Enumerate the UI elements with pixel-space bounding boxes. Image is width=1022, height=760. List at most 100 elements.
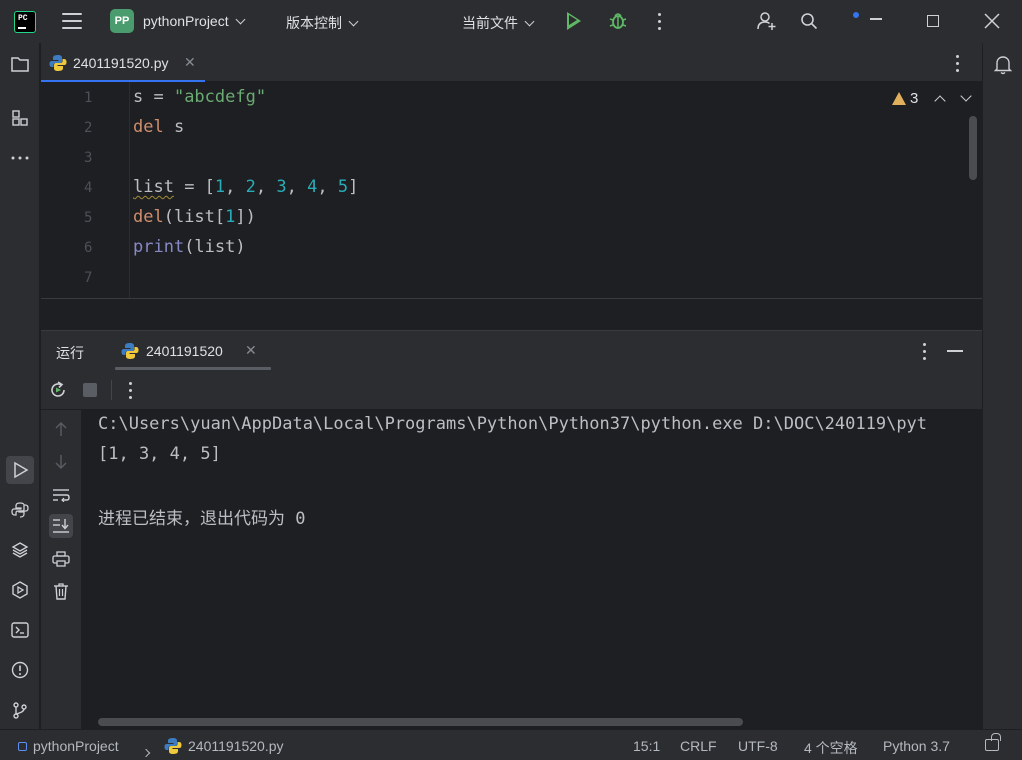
breadcrumb-separator-icon — [141, 743, 151, 759]
project-badge[interactable]: PP — [110, 9, 134, 33]
previous-highlight-icon[interactable] — [934, 95, 946, 107]
indent-setting[interactable]: 4 个空格 — [804, 738, 858, 758]
panel-splitter[interactable] — [41, 300, 982, 330]
code-line: s = "abcdefg" — [133, 87, 267, 107]
search-icon[interactable] — [800, 12, 818, 30]
python-file-icon — [164, 738, 182, 754]
breadcrumb-project[interactable]: pythonProject — [33, 738, 119, 754]
status-bar: pythonProject 2401191520.py 15:1 CRLF UT… — [0, 729, 1022, 760]
logo-text: PC — [18, 14, 28, 23]
line-number: 2 — [84, 120, 93, 136]
chevron-down-icon — [348, 16, 359, 27]
print-icon[interactable] — [49, 547, 73, 571]
git-icon[interactable] — [9, 699, 31, 721]
run-config-selector[interactable]: 当前文件 — [462, 13, 535, 33]
editor-tab-bar: 2401191520.py ✕ — [41, 43, 982, 83]
run-tool-icon[interactable] — [6, 456, 34, 484]
soft-wrap-icon[interactable] — [49, 483, 73, 507]
console-output[interactable]: C:\Users\yuan\AppData\Local\Programs\Pyt… — [82, 410, 982, 729]
editor-tab-label: 2401191520.py — [73, 55, 169, 71]
inspection-widget[interactable]: 3 — [892, 90, 918, 107]
project-name: pythonProject — [143, 13, 229, 29]
scroll-up-icon[interactable] — [49, 417, 73, 441]
tab-options-icon[interactable] — [956, 55, 959, 76]
close-window-icon[interactable] — [984, 13, 1000, 29]
close-tab-icon[interactable]: ✕ — [245, 342, 257, 359]
rerun-icon[interactable] — [48, 380, 68, 400]
notifications-bell-icon[interactable] — [994, 55, 1012, 75]
caret-position[interactable]: 15:1 — [633, 738, 660, 754]
more-actions-icon[interactable] — [658, 13, 662, 31]
problems-icon[interactable] — [9, 659, 31, 681]
warning-count: 3 — [910, 90, 919, 107]
maximize-window-icon[interactable] — [927, 15, 939, 27]
run-tool-window-header: 运行 2401191520 ✕ — [41, 330, 982, 370]
options-icon[interactable] — [923, 343, 926, 364]
python-interpreter[interactable]: Python 3.7 — [883, 738, 950, 754]
console-line: [1, 3, 4, 5] — [98, 444, 221, 464]
hide-panel-icon[interactable] — [947, 350, 963, 352]
code-line: list = [1, 2, 3, 4, 5] — [133, 177, 359, 197]
line-number: 6 — [84, 240, 93, 256]
structure-icon[interactable] — [9, 107, 31, 129]
clear-console-trash-icon[interactable] — [49, 579, 73, 603]
line-number: 3 — [84, 150, 93, 166]
line-separator[interactable]: CRLF — [680, 738, 717, 754]
main-menu-icon[interactable] — [62, 13, 82, 29]
scroll-to-end-icon[interactable] — [49, 514, 73, 538]
run-panel-title: 运行 — [56, 345, 84, 361]
terminal-icon[interactable] — [9, 619, 31, 641]
gutter-divider — [129, 82, 130, 298]
line-number-gutter: 1 2 3 4 5 6 7 — [41, 82, 129, 298]
vcs-menu[interactable]: 版本控制 — [286, 13, 359, 33]
line-number: 7 — [84, 270, 93, 286]
run-toolbar — [41, 370, 982, 410]
more-actions-icon[interactable] — [129, 382, 132, 403]
run-tab-label: 2401191520 — [146, 343, 223, 359]
python-file-icon — [121, 343, 139, 359]
next-highlight-icon[interactable] — [960, 90, 972, 102]
line-number: 4 — [84, 180, 93, 196]
debug-icon[interactable] — [609, 11, 627, 31]
code-line: print(list) — [133, 237, 246, 257]
editor-tab[interactable]: 2401191520.py ✕ — [41, 43, 206, 83]
title-bar: PC PP pythonProject 版本控制 当前文件 — [0, 0, 1022, 43]
code-editor[interactable]: 1 2 3 4 5 6 7 s = "abcdefg" del s list =… — [41, 82, 982, 299]
toolbar-separator — [111, 380, 112, 400]
more-tools-icon[interactable] — [9, 147, 31, 169]
console-line: C:\Users\yuan\AppData\Local\Programs\Pyt… — [98, 414, 928, 434]
stop-icon[interactable] — [83, 383, 97, 397]
module-icon — [18, 742, 27, 751]
python-packages-icon[interactable] — [9, 539, 31, 561]
console-side-toolbar — [41, 410, 82, 729]
chevron-down-icon — [524, 16, 535, 27]
vcs-label: 版本控制 — [286, 15, 342, 31]
minimize-window-icon[interactable] — [870, 10, 884, 30]
line-number: 5 — [84, 210, 93, 226]
warning-icon — [892, 92, 906, 105]
run-tab[interactable]: 2401191520 ✕ — [115, 331, 271, 371]
run-config-label: 当前文件 — [462, 15, 518, 31]
left-tool-strip — [0, 43, 40, 729]
close-tab-icon[interactable]: ✕ — [184, 54, 196, 71]
add-user-icon[interactable] — [757, 11, 777, 31]
editor-vertical-scrollbar[interactable] — [969, 116, 977, 180]
file-encoding[interactable]: UTF-8 — [738, 738, 778, 754]
pycharm-logo-icon[interactable]: PC — [14, 11, 36, 33]
right-tool-strip — [982, 43, 1022, 729]
line-number: 1 — [84, 90, 93, 106]
project-folder-icon[interactable] — [9, 53, 31, 75]
update-indicator-icon[interactable] — [853, 12, 859, 18]
code-line: del s — [133, 117, 185, 137]
run-icon[interactable] — [567, 12, 581, 30]
breadcrumb-file[interactable]: 2401191520.py — [188, 738, 284, 754]
console-horizontal-scrollbar[interactable] — [98, 718, 743, 726]
console-line: 进程已结束，退出代码为 0 — [98, 509, 306, 529]
project-selector[interactable]: pythonProject — [143, 13, 246, 29]
services-icon[interactable] — [9, 579, 31, 601]
read-only-lock-icon[interactable] — [985, 733, 1001, 751]
python-console-icon[interactable] — [9, 499, 31, 521]
scroll-down-icon[interactable] — [49, 450, 73, 474]
code-line: del(list[1]) — [133, 207, 256, 227]
chevron-down-icon — [235, 14, 246, 25]
